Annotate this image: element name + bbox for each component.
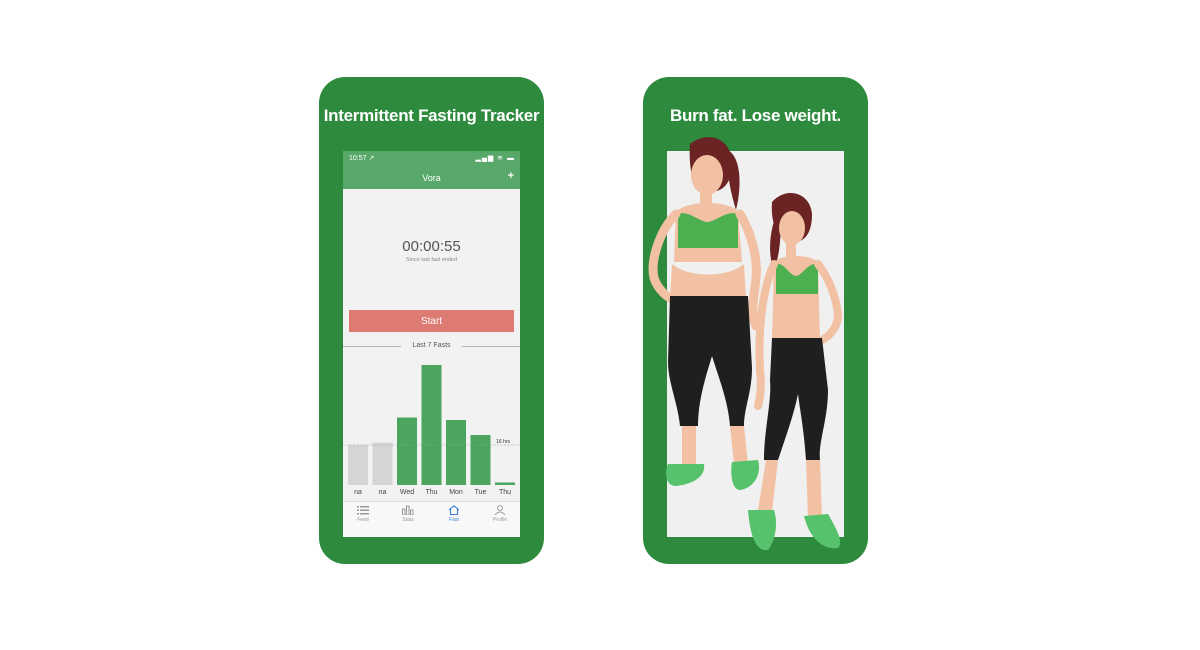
tab-bar: Feed Stats Fast Profile [343,501,520,537]
tab-label: Profile [492,517,508,523]
fast-timer: 00:00:55 [402,238,461,255]
tab-label: Stats [402,517,414,523]
x-tick-label: Thu [425,489,437,496]
person-icon [494,505,506,515]
status-time: 10:57 ↗ [349,155,375,162]
status-icons: ▂▄▆ ≋ ▬ [475,155,515,162]
tab-profile[interactable]: Profile [480,505,520,523]
bar-chart-icon [402,505,414,515]
x-tick-label: na [354,489,362,496]
x-tick-label: Tue [475,489,487,496]
start-fast-button[interactable]: Start [349,310,514,332]
x-tick-label: na [379,489,387,496]
nav-bar: Vora + [343,165,520,189]
tab-label: Fast [449,517,459,523]
promo-title-weight: Burn fat. Lose weight. [670,106,841,125]
x-tick-label: Wed [400,489,414,496]
chart-bar [421,365,442,485]
tab-feed[interactable]: Feed [343,505,383,523]
x-tick-label: Mon [449,489,463,496]
tab-label: Feed [357,517,369,523]
chart-bar [495,482,515,485]
women-illustration [648,137,843,551]
tab-fast[interactable]: Fast [434,505,474,523]
section-label: Last 7 Fasts [412,342,451,349]
timer-caption: Since last fast ended [405,257,458,263]
phone-screen: 10:57 ↗ ▂▄▆ ≋ ▬ Vora + 00:00:55 Since la… [343,151,520,537]
list-icon [357,506,369,515]
woman-after-figure [748,192,843,551]
status-bar: 10:57 ↗ ▂▄▆ ≋ ▬ [343,151,520,165]
promo-title-tracker: Intermittent Fasting Tracker [323,106,540,125]
chart-bar [397,417,417,485]
nav-title: Vora [422,173,441,183]
reference-line-label: 16 hrs [496,439,510,445]
chart-bar [446,420,466,485]
woman-before-figure [648,137,761,490]
add-button[interactable]: + [508,170,514,182]
chart-bar [470,435,491,485]
x-tick-label: Thu [499,489,511,496]
chart-bar [348,445,368,485]
tab-stats[interactable]: Stats [388,505,428,523]
home-icon [448,505,460,515]
chart-bar [372,442,393,485]
fasts-bar-chart: na na Wed Thu Mon Tue Thu 16 hrs [343,365,520,496]
